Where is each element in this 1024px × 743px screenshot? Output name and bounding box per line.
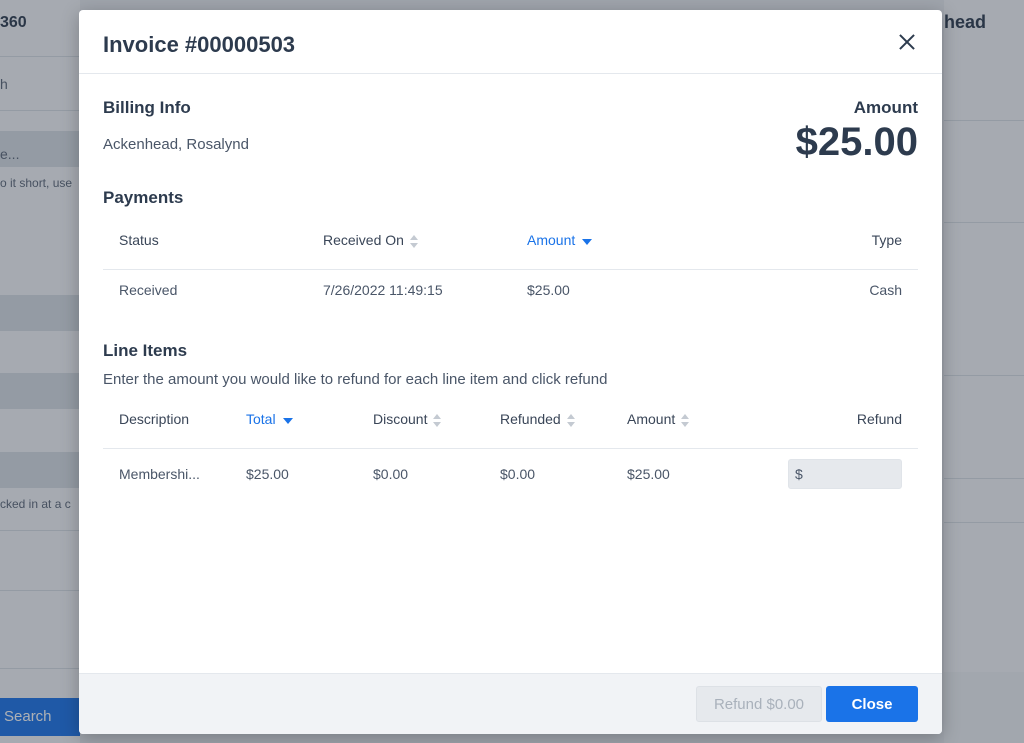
column-type: Type: [715, 212, 918, 270]
payments-table: Status Received On Amount Type Received …: [103, 212, 918, 311]
refund-button[interactable]: Refund $0.00: [696, 686, 822, 722]
sort-desc-icon: [282, 417, 293, 424]
table-header-row: Status Received On Amount Type: [103, 212, 918, 270]
line-items-heading: Line Items: [103, 341, 188, 360]
close-button[interactable]: Close: [826, 686, 918, 722]
line-item-description: Membershi...: [119, 466, 200, 483]
sort-icon: [433, 414, 442, 428]
column-amount-label: Amount: [627, 411, 676, 428]
amount-label: Amount: [853, 98, 918, 117]
sort-icon: [681, 414, 690, 428]
refund-amount-input[interactable]: $: [788, 459, 902, 490]
line-item-amount: $25.00: [627, 466, 670, 483]
column-refunded[interactable]: Refunded: [484, 391, 611, 449]
modal-title: Invoice #00000503: [103, 32, 296, 57]
column-status: Status: [103, 212, 307, 270]
line-items-table: Description Total Discount Refunded Amou…: [103, 391, 918, 500]
payment-status: Received: [119, 282, 178, 299]
sort-icon: [409, 235, 418, 249]
payment-amount: $25.00: [527, 282, 570, 299]
column-refund: Refund: [738, 391, 918, 449]
line-item-discount: $0.00: [373, 466, 409, 483]
line-item-refund-cell: $: [738, 448, 918, 500]
close-icon[interactable]: [898, 33, 916, 51]
column-total-label: Total: [246, 411, 276, 428]
invoice-modal: Invoice #00000503 Billing Info Ackenhead…: [79, 10, 942, 734]
billing-name: Ackenhead, Rosalynd: [103, 136, 249, 153]
sort-desc-icon: [582, 238, 593, 245]
line-item-total: $25.00: [246, 466, 289, 483]
column-total[interactable]: Total: [230, 391, 357, 449]
column-refunded-label: Refunded: [500, 411, 561, 428]
modal-header: Invoice #00000503: [79, 10, 942, 74]
table-row: Membershi... $25.00 $0.00 $0.00 $25.00 $: [103, 448, 918, 500]
table-row: Received 7/26/2022 11:49:15 $25.00 Cash: [103, 269, 918, 311]
column-received-on-label: Received On: [323, 232, 404, 249]
line-item-refunded: $0.00: [500, 466, 536, 483]
column-amount[interactable]: Amount: [511, 212, 715, 270]
sort-icon: [566, 414, 575, 428]
amount-value: $25.00: [795, 120, 918, 164]
column-amount[interactable]: Amount: [611, 391, 738, 449]
payment-type: Cash: [869, 282, 902, 299]
column-amount-label: Amount: [527, 232, 576, 249]
line-items-subtitle: Enter the amount you would like to refun…: [103, 371, 608, 388]
payment-received-on: 7/26/2022 11:49:15: [323, 282, 443, 299]
column-discount[interactable]: Discount: [357, 391, 484, 449]
modal-footer: Refund $0.00 Close: [79, 673, 942, 734]
payments-heading: Payments: [103, 188, 184, 207]
column-description: Description: [103, 391, 230, 449]
table-header-row: Description Total Discount Refunded Amou…: [103, 391, 918, 449]
column-received-on[interactable]: Received On: [307, 212, 511, 270]
billing-info-heading: Billing Info: [103, 98, 191, 117]
column-discount-label: Discount: [373, 411, 428, 428]
